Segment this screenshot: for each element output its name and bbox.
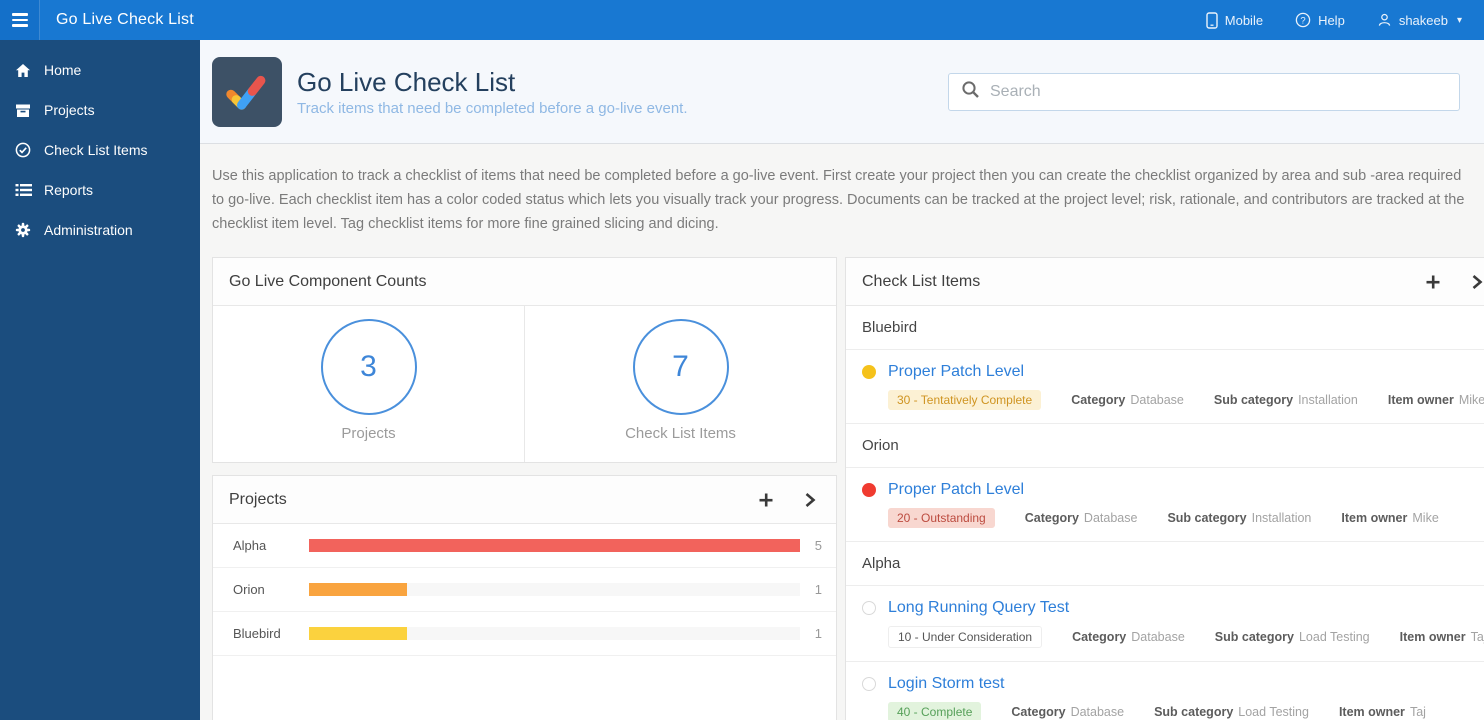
checklist-item-link[interactable]: Long Running Query Test [888,599,1069,617]
page-subtitle: Track items that need be completed befor… [297,99,688,117]
help-link[interactable]: ? Help [1295,12,1345,28]
status-badge: 30 - Tentatively Complete [888,390,1042,410]
chart-row-orion[interactable]: Orion 1 [213,568,836,612]
projects-count-circle: 3 [320,319,417,415]
status-badge: 20 - Outstanding [888,508,995,528]
checklist-items-counter: 7 Check List Items [524,306,836,462]
checklist-panel-chevron-right-icon[interactable] [1467,272,1484,292]
projects-panel: Projects Alpha 5 Orion 1 Bluebird 1 [212,475,837,720]
home-icon [14,62,32,78]
navbar-title: Go Live Check List [56,11,194,28]
bar-orion [309,583,408,596]
component-counts-panel: Go Live Component Counts 3 Projects 7 Ch… [212,257,837,463]
panel-title: Go Live Component Counts [229,272,427,290]
navbar-actions: Mobile ? Help shakeeb ▾ [1206,11,1484,29]
main-content: Go Live Check List Track items that need… [200,40,1484,720]
chart-row-bluebird[interactable]: Bluebird 1 [213,612,836,656]
add-project-button[interactable] [756,490,776,510]
checklist-item-link[interactable]: Proper Patch Level [888,481,1024,499]
projects-counter: 3 Projects [213,306,524,462]
sidebar-item-check-list-items[interactable]: Check List Items [0,130,200,170]
checklist-item: Login Storm test 40 - Complete Category D… [846,662,1484,720]
check-circle-icon [14,142,32,158]
intro-paragraph: Use this application to track a checklis… [212,168,1465,232]
checklist-item-link[interactable]: Proper Patch Level [888,363,1024,381]
sidebar-item-home[interactable]: Home [0,50,200,90]
projects-panel-header: Projects [213,476,836,524]
checklist-panel-header: Check List Items [846,258,1484,306]
status-dot-red [862,483,876,497]
right-column: Check List Items Bluebird Proper Patch L… [845,257,1484,720]
bar-alpha [309,539,800,552]
checkmark-logo-icon [226,75,266,110]
user-icon [1377,12,1392,28]
checklist-item-link[interactable]: Login Storm test [888,675,1005,693]
group-header-bluebird: Bluebird [846,306,1484,350]
sidebar-item-administration[interactable]: Administration [0,210,200,250]
mobile-link[interactable]: Mobile [1206,11,1263,29]
bar-track [309,627,800,640]
status-badge: 10 - Under Consideration [888,626,1043,648]
component-counts-header: Go Live Component Counts [213,258,836,306]
projects-box-icon [14,102,32,118]
checklist-items-panel: Check List Items Bluebird Proper Patch L… [845,257,1484,720]
chart-row-alpha[interactable]: Alpha 5 [213,524,836,568]
checklist-item: Proper Patch Level 30 - Tentatively Comp… [846,350,1484,424]
checklist-item: Proper Patch Level 20 - Outstanding Cate… [846,468,1484,542]
sidebar-item-reports[interactable]: Reports [0,170,200,210]
gear-icon [14,222,32,238]
group-header-alpha: Alpha [846,542,1484,586]
status-dot-empty [862,677,876,691]
projects-panel-chevron-right-icon[interactable] [800,490,820,510]
page-header: Go Live Check List Track items that need… [200,40,1484,144]
page-title: Go Live Check List [297,66,516,97]
sidebar-item-projects[interactable]: Projects [0,90,200,130]
status-dot-empty [862,601,876,615]
checklist-count-circle: 7 [632,319,729,415]
panel-title: Check List Items [862,272,981,290]
checklist-item: Long Running Query Test 10 - Under Consi… [846,586,1484,662]
search-icon [961,80,980,104]
hamburger-menu-icon[interactable] [0,0,40,40]
help-icon: ? [1295,12,1311,28]
user-menu[interactable]: shakeeb ▾ [1377,12,1462,28]
group-header-orion: Orion [846,424,1484,468]
list-icon [14,182,32,198]
bar-track [309,583,800,596]
component-counts-body: 3 Projects 7 Check List Items [213,306,836,462]
left-column: Go Live Component Counts 3 Projects 7 Ch… [212,257,837,720]
top-navbar: Go Live Check List Mobile ? Help shakeeb… [0,0,1484,40]
sidebar: Home Projects Check List Items Reports A… [0,40,200,720]
dashboard-columns: Go Live Component Counts 3 Projects 7 Ch… [200,249,1484,720]
panel-title: Projects [229,490,287,508]
search-input[interactable] [990,83,1447,101]
bar-track [309,539,800,552]
status-dot-yellow [862,365,876,379]
mobile-phone-icon [1206,11,1218,29]
svg-text:?: ? [1300,15,1305,26]
app-logo [212,56,282,127]
bar-bluebird [309,627,408,640]
search-box [948,73,1460,111]
add-checklist-item-button[interactable] [1423,272,1443,292]
chevron-down-icon: ▾ [1456,14,1462,26]
status-badge: 40 - Complete [888,702,982,720]
